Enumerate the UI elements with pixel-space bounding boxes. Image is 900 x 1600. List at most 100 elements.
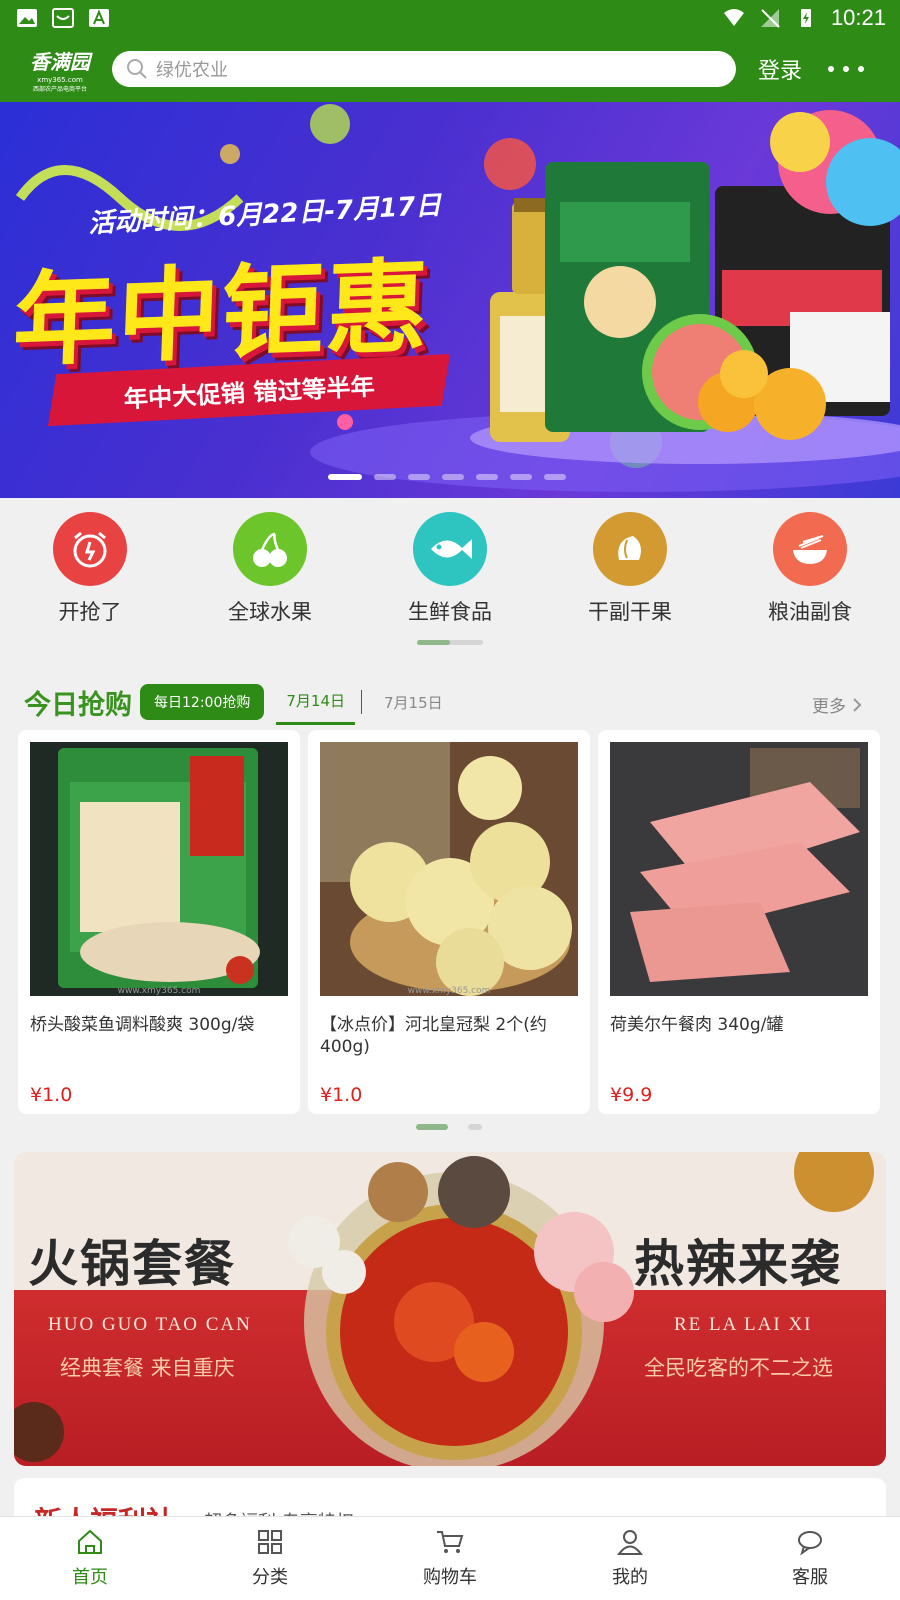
product-price: ¥9.9: [610, 1084, 653, 1106]
category-flash-sale[interactable]: 开抢了: [0, 498, 180, 650]
product-price: ¥1.0: [30, 1084, 73, 1106]
promo-subtitle-right: 全民吃客的不二之选: [644, 1356, 833, 1380]
more-label: 更多: [812, 697, 846, 717]
banner-subtitle: 年中大促销 错过等半年: [122, 372, 376, 413]
app-logo[interactable]: 香满园 xmy365.com 西部农产品电商平台: [20, 44, 100, 94]
hotpot-promo-banner[interactable]: 火锅套餐 热辣来袭 HUO GUO TAO CAN RE LA LAI XI 经…: [14, 1152, 886, 1466]
product-name: 桥头酸菜鱼调料酸爽 300g/袋: [30, 1015, 255, 1035]
app-header: 香满园 xmy365.com 西部农产品电商平台 绿优农业 登录: [0, 36, 900, 102]
product-name: 荷美尔午餐肉 340g/罐: [610, 1015, 784, 1035]
product-card[interactable]: www.xmy365.com 桥头酸菜鱼调料酸爽 300g/袋 ¥1.0: [18, 730, 300, 1114]
cart-icon: [437, 1531, 464, 1553]
promo-pinyin-right: RE LA LAI XI: [674, 1314, 813, 1335]
rice-bowl-icon: [773, 512, 847, 586]
status-time: 10:21: [830, 5, 886, 30]
product-list: www.xmy365.com 桥头酸菜鱼调料酸爽 300g/袋 ¥1.0 www…: [18, 730, 882, 1114]
pagination-dot[interactable]: [476, 474, 498, 480]
tab-date-tomorrow[interactable]: 7月15日: [374, 679, 453, 725]
tab-divider: [361, 690, 362, 714]
pagination-dot[interactable]: [328, 474, 362, 480]
banner-pagination: [328, 474, 566, 480]
chevron-right-icon: [853, 697, 862, 712]
product-image: www.xmy365.com: [30, 742, 288, 996]
image-notification-icon: [17, 9, 37, 27]
tab-date-today[interactable]: 7月14日: [276, 679, 355, 725]
flash-sale-badge: 每日12:00抢购: [140, 684, 265, 720]
category-fresh-food[interactable]: 生鲜食品: [360, 498, 540, 650]
nav-cart[interactable]: 购物车: [360, 1517, 540, 1600]
category-scroll-indicator: [417, 640, 483, 645]
category-label: 开抢了: [58, 600, 122, 624]
login-button[interactable]: 登录: [758, 53, 802, 85]
nav-customer-service[interactable]: 客服: [720, 1517, 900, 1600]
flash-sale-header: 今日抢购 每日12:00抢购 7月14日 7月15日 更多: [0, 676, 900, 728]
fish-icon: [413, 512, 487, 586]
search-input[interactable]: 绿优农业: [112, 51, 736, 87]
nav-label: 首页: [72, 1567, 108, 1588]
user-icon: [617, 1530, 643, 1555]
pagination-dot[interactable]: [442, 474, 464, 480]
category-label: 粮油副食: [768, 600, 852, 624]
flash-sale-title: 今日抢购: [24, 689, 132, 721]
status-system: 10:21: [723, 5, 886, 31]
more-dot-icon: [828, 66, 835, 72]
nav-label: 分类: [252, 1567, 288, 1588]
battery-charging-icon: [800, 9, 811, 27]
product-price: ¥1.0: [320, 1084, 363, 1106]
chat-icon: [798, 1531, 822, 1556]
more-dot-icon: [843, 66, 850, 72]
nav-label: 我的: [612, 1567, 648, 1588]
pagination-dot[interactable]: [510, 474, 532, 480]
nav-home[interactable]: 首页: [0, 1517, 180, 1600]
more-link[interactable]: 更多: [812, 692, 862, 717]
signal-off-icon: [760, 9, 780, 28]
category-label: 生鲜食品: [408, 600, 492, 624]
category-grain-oil[interactable]: 粮油副食: [720, 498, 900, 650]
font-notification-icon: [89, 9, 109, 27]
category-label: 干副干果: [588, 600, 672, 624]
pagination-dot[interactable]: [468, 1124, 482, 1130]
inbox-notification-icon: [52, 8, 74, 28]
hotpot-artwork: [14, 1152, 874, 1466]
pagination-dot[interactable]: [416, 1124, 448, 1130]
product-pagination: [416, 1124, 482, 1130]
search-placeholder: 绿优农业: [156, 60, 228, 81]
search-icon: [127, 59, 147, 79]
more-dot-icon: [858, 66, 865, 72]
nav-label: 客服: [792, 1567, 828, 1588]
promo-subtitle-left: 经典套餐 来自重庆: [60, 1356, 235, 1380]
logo-text: 香满园: [30, 49, 90, 74]
pagination-dot[interactable]: [544, 474, 566, 480]
product-image: www.xmy365.com: [320, 742, 578, 996]
product-watermark: www.xmy365.com: [407, 986, 491, 996]
category-row: 开抢了 全球水果 生鲜食品 干副干果 粮油副食: [0, 498, 900, 650]
promo-title-right: 热辣来袭: [634, 1234, 842, 1293]
bottom-navigation: 首页 分类 购物车 我的 客服: [0, 1516, 900, 1600]
wifi-icon: [723, 9, 744, 26]
promo-pinyin-left: HUO GUO TAO CAN: [48, 1314, 252, 1335]
cherry-icon: [233, 512, 307, 586]
product-image: [610, 742, 868, 996]
logo-domain: xmy365.com: [37, 75, 83, 84]
more-menu-button[interactable]: [828, 57, 865, 81]
category-fruits[interactable]: 全球水果: [180, 498, 360, 650]
nav-profile[interactable]: 我的: [540, 1517, 720, 1600]
product-card[interactable]: www.xmy365.com 【冰点价】河北皇冠梨 2个(约400g) ¥1.0: [308, 730, 590, 1114]
category-label: 全球水果: [228, 600, 312, 624]
pagination-dot[interactable]: [408, 474, 430, 480]
status-notifications: [16, 8, 110, 28]
pagination-dot[interactable]: [374, 474, 396, 480]
grid-icon: [258, 1530, 282, 1554]
home-icon: [78, 1529, 102, 1554]
nut-icon: [593, 512, 667, 586]
product-watermark: www.xmy365.com: [117, 986, 201, 996]
nav-category[interactable]: 分类: [180, 1517, 360, 1600]
product-name: 【冰点价】河北皇冠梨 2个(约400g): [320, 1015, 547, 1057]
product-card[interactable]: 荷美尔午餐肉 340g/罐 ¥9.9: [598, 730, 880, 1114]
nav-label: 购物车: [423, 1567, 477, 1588]
category-dried-goods[interactable]: 干副干果: [540, 498, 720, 650]
status-bar: 10:21: [0, 0, 900, 36]
promo-title-left: 火锅套餐: [28, 1234, 236, 1293]
promo-carousel[interactable]: 活动时间：6月22日-7月17日 年中钜惠 年中大促销 错过等半年: [0, 102, 900, 498]
logo-tagline: 西部农产品电商平台: [32, 85, 87, 93]
